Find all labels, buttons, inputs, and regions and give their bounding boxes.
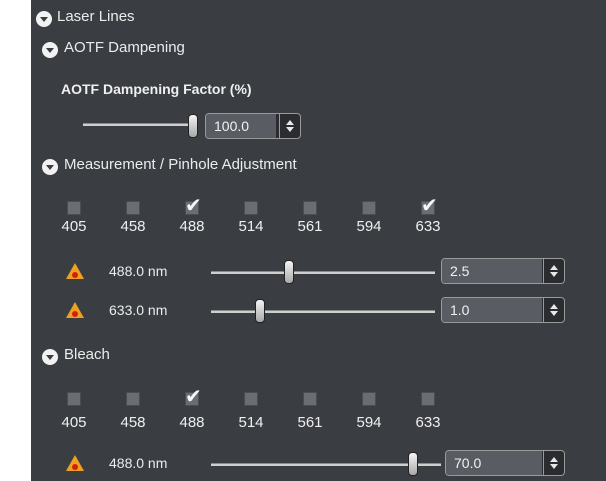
spin-arrows[interactable] [543, 451, 564, 475]
bleach-line-1-slider-thumb[interactable] [408, 452, 418, 476]
collapse-measurement-icon[interactable] [42, 159, 58, 175]
spin-up-icon[interactable] [550, 265, 558, 270]
measurement-line-1-slider-thumb[interactable] [284, 260, 294, 284]
bleach-line-1-slider-track[interactable] [211, 463, 441, 466]
spin-down-icon[interactable] [550, 272, 558, 277]
bleach-checkbox-514[interactable] [244, 392, 258, 406]
measurement-wl-633: 633 [415, 218, 441, 235]
spin-up-icon[interactable] [550, 304, 558, 309]
measurement-wl-594: 594 [356, 218, 382, 235]
aotf-factor-spinbox[interactable]: 100.0 [205, 113, 301, 139]
bleach-wl-514: 514 [238, 414, 264, 431]
aotf-factor-value[interactable]: 100.0 [206, 114, 276, 138]
bleach-checkbox-561[interactable] [303, 392, 317, 406]
measurement-wl-561: 561 [297, 218, 323, 235]
spin-up-icon[interactable] [286, 120, 294, 125]
collapse-aotf-icon[interactable] [42, 42, 58, 58]
measurement-header[interactable]: Measurement / Pinhole Adjustment [64, 156, 297, 173]
warning-dot [72, 311, 78, 317]
measurement-line-2-label: 633.0 nm [109, 302, 168, 318]
bleach-wl-633: 633 [415, 414, 441, 431]
spin-up-icon[interactable] [550, 457, 558, 462]
measurement-line-1-label: 488.0 nm [109, 263, 168, 279]
bleach-line-1-spinbox[interactable]: 70.0 [445, 450, 565, 476]
spin-down-icon[interactable] [550, 464, 558, 469]
aotf-slider-track[interactable] [83, 123, 193, 126]
measurement-wl-405: 405 [61, 218, 87, 235]
bleach-header[interactable]: Bleach [64, 346, 110, 363]
laser-lines-panel: Laser Lines AOTF Dampening AOTF Dampenin… [31, 0, 606, 481]
bleach-wl-561: 561 [297, 414, 323, 431]
check-icon: ✔ [185, 193, 202, 217]
measurement-checkbox-594[interactable] [362, 201, 376, 215]
aotf-spin-arrows[interactable] [279, 114, 300, 138]
bleach-checkbox-633[interactable] [421, 392, 435, 406]
measurement-checkbox-458[interactable] [126, 201, 140, 215]
bleach-wl-488: 488 [179, 414, 205, 431]
spin-arrows[interactable] [543, 298, 564, 322]
aotf-slider-thumb[interactable] [188, 114, 198, 138]
measurement-line-2-slider-thumb[interactable] [255, 299, 265, 323]
bleach-wl-405: 405 [61, 414, 87, 431]
measurement-checkbox-633[interactable]: ✔ [421, 195, 438, 215]
bleach-line-1-label: 488.0 nm [109, 455, 168, 471]
check-icon: ✔ [185, 384, 202, 408]
aotf-dampening-header[interactable]: AOTF Dampening [64, 39, 185, 56]
laser-lines-header[interactable]: Laser Lines [57, 8, 135, 25]
bleach-wl-594: 594 [356, 414, 382, 431]
warning-dot [72, 464, 78, 470]
measurement-wl-488: 488 [179, 218, 205, 235]
measurement-checkbox-514[interactable] [244, 201, 258, 215]
bleach-checkbox-405[interactable] [67, 392, 81, 406]
measurement-wl-514: 514 [238, 218, 264, 235]
aotf-factor-label: AOTF Dampening Factor (%) [61, 81, 252, 97]
bleach-line-1-value[interactable]: 70.0 [446, 451, 542, 475]
measurement-checkbox-561[interactable] [303, 201, 317, 215]
bleach-wl-458: 458 [120, 414, 146, 431]
spin-down-icon[interactable] [286, 127, 294, 132]
spin-arrows[interactable] [543, 259, 564, 283]
measurement-line-1-spinbox[interactable]: 2.5 [441, 258, 565, 284]
measurement-line-2-value[interactable]: 1.0 [442, 298, 542, 322]
measurement-line-2-slider-track[interactable] [211, 310, 435, 313]
bleach-checkbox-488[interactable]: ✔ [185, 386, 202, 406]
measurement-checkbox-488[interactable]: ✔ [185, 195, 202, 215]
warning-dot [72, 272, 78, 278]
measurement-line-1-value[interactable]: 2.5 [442, 259, 542, 283]
measurement-line-1-slider-track[interactable] [211, 271, 435, 274]
collapse-laser-lines-icon[interactable] [36, 11, 52, 27]
measurement-line-2-spinbox[interactable]: 1.0 [441, 297, 565, 323]
measurement-wl-458: 458 [120, 218, 146, 235]
bleach-checkbox-458[interactable] [126, 392, 140, 406]
bleach-checkbox-594[interactable] [362, 392, 376, 406]
check-icon: ✔ [421, 193, 438, 217]
spin-down-icon[interactable] [550, 311, 558, 316]
measurement-checkbox-405[interactable] [67, 201, 81, 215]
collapse-bleach-icon[interactable] [42, 349, 58, 365]
